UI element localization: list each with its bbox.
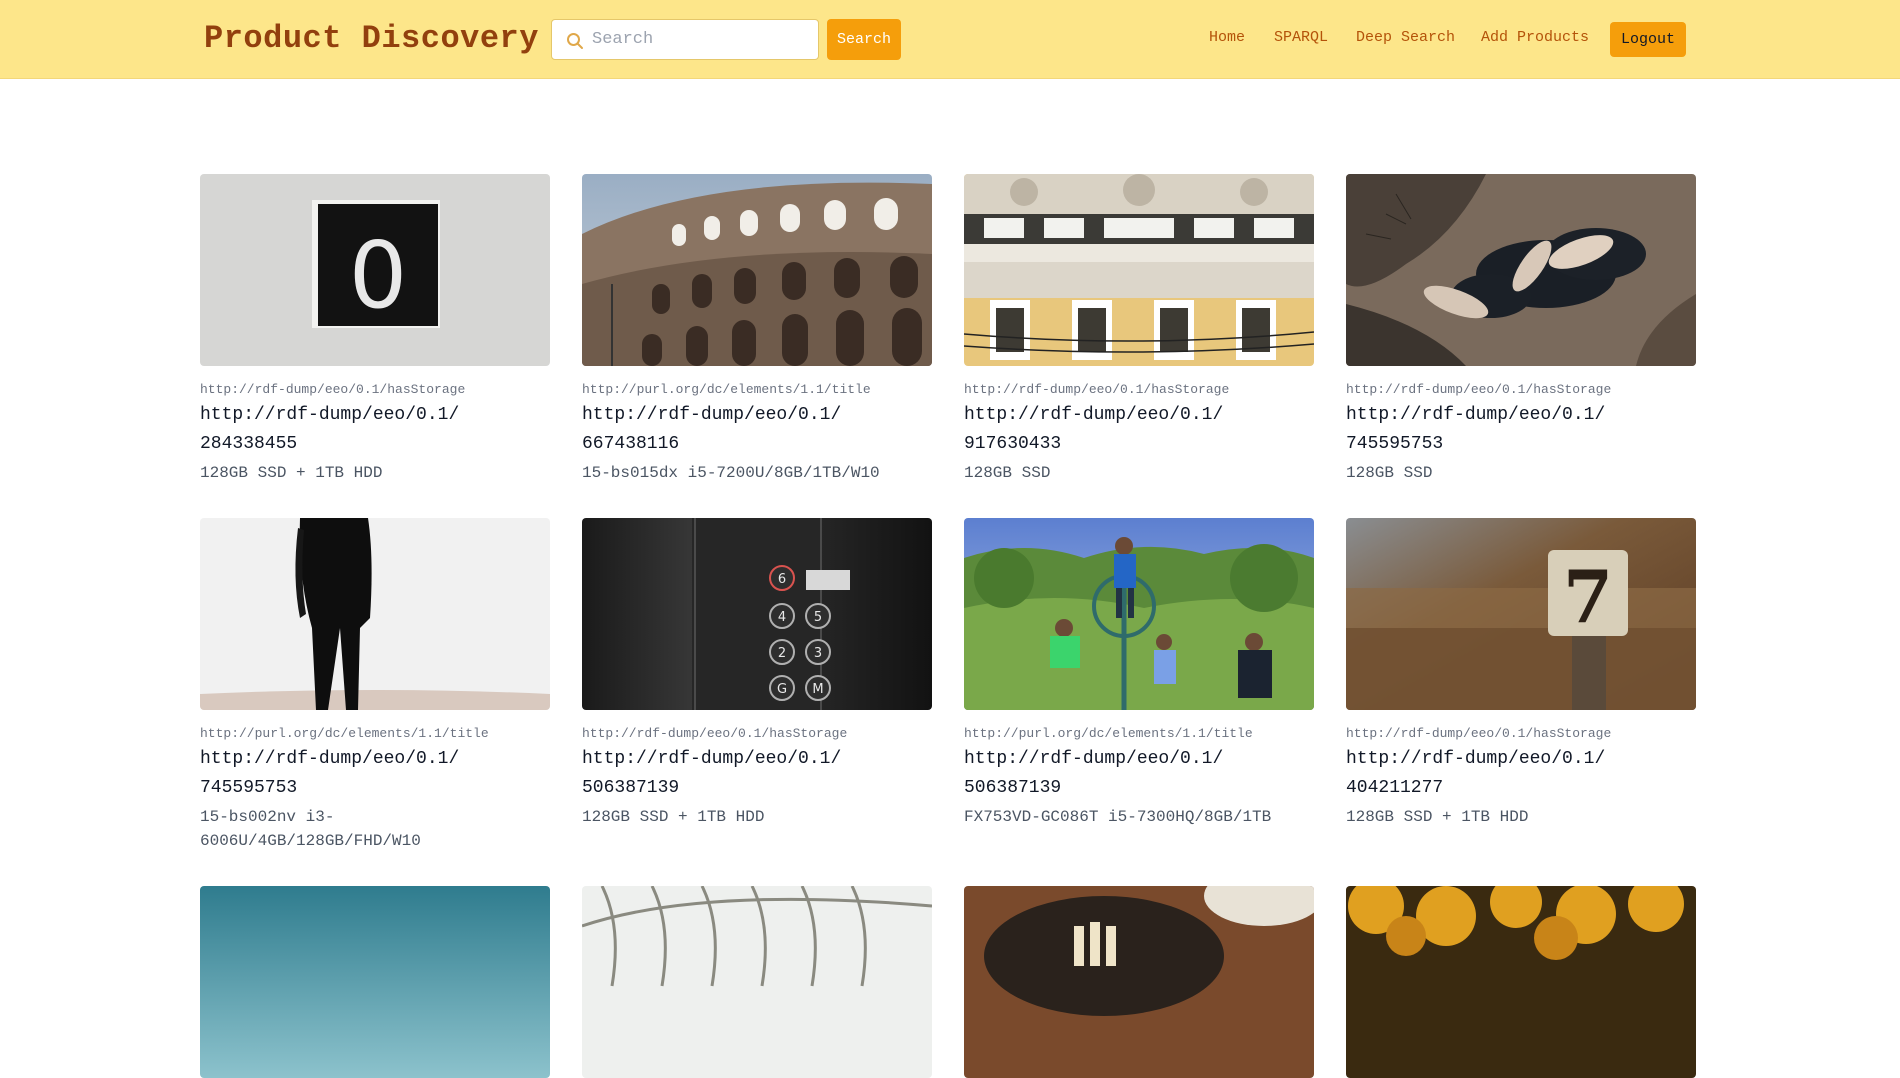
product-value: 15-bs015dx i5-7200U/8GB/1TB/W10 <box>582 464 880 482</box>
product-card[interactable]: 0 http://rdf-dump/eeo/0.1/hasStorage htt… <box>200 174 550 485</box>
product-subject-link[interactable]: http://rdf-dump/eeo/0.1/745595753 <box>1346 401 1606 459</box>
product-value: 128GB SSD <box>964 464 1051 482</box>
product-card[interactable]: http://purl.org/dc/elements/1.1/title ht… <box>200 518 550 853</box>
search-icon <box>566 32 584 50</box>
product-card[interactable]: http://rdf-dump/eeo/0.1/hasStorage http:… <box>1346 174 1696 485</box>
svg-text:2: 2 <box>778 646 786 661</box>
svg-text:0: 0 <box>349 222 408 329</box>
product-card[interactable] <box>200 886 550 1078</box>
product-subject-link[interactable]: http://rdf-dump/eeo/0.1/506387139 <box>964 745 1224 803</box>
product-value: FX753VD-GC086T i5-7300HQ/8GB/1TB <box>964 808 1272 826</box>
product-predicate: http://rdf-dump/eeo/0.1/hasStorage <box>582 726 848 741</box>
brand-title[interactable]: Product Discovery <box>204 20 539 57</box>
product-image-food-plate[interactable] <box>964 886 1314 1078</box>
product-image-building-facade[interactable] <box>964 174 1314 366</box>
product-subject-link[interactable]: http://rdf-dump/eeo/0.1/745595753 <box>200 745 460 803</box>
nav-sparql[interactable]: SPARQL <box>1274 29 1328 46</box>
product-predicate: http://rdf-dump/eeo/0.1/hasStorage <box>1346 726 1612 741</box>
product-subject-link[interactable]: http://rdf-dump/eeo/0.1/917630433 <box>964 401 1224 459</box>
nav-add-products[interactable]: Add Products <box>1481 29 1589 46</box>
svg-text:5: 5 <box>814 610 822 625</box>
product-card[interactable] <box>582 886 932 1078</box>
product-image-teal-sky[interactable] <box>200 886 550 1078</box>
nav-deep-search[interactable]: Deep Search <box>1356 29 1455 46</box>
product-card[interactable]: 6 4 5 2 3 G M http://rdf-dump/eeo/0.1/hasStora… <box>582 518 932 829</box>
product-card[interactable]: http://rdf-dump/eeo/0.1/hasStorage http:… <box>964 174 1314 485</box>
product-image-elevator-buttons[interactable]: 6 4 5 2 3 G M <box>582 518 932 710</box>
product-card[interactable]: 7 http://rdf-dump/eeo/0.1/hasStorage htt… <box>1346 518 1696 829</box>
product-image-number-seven[interactable]: 7 <box>1346 518 1696 710</box>
search-input[interactable] <box>592 20 812 59</box>
svg-text:3: 3 <box>814 646 822 661</box>
product-predicate: http://rdf-dump/eeo/0.1/hasStorage <box>200 382 466 397</box>
product-subject-link[interactable]: http://rdf-dump/eeo/0.1/506387139 <box>582 745 842 803</box>
svg-text:6: 6 <box>778 572 786 587</box>
product-value: 128GB SSD + 1TB HDD <box>1346 808 1529 826</box>
product-image-colosseum[interactable] <box>582 174 932 366</box>
product-value: 128GB SSD + 1TB HDD <box>582 808 765 826</box>
svg-text:7: 7 <box>1563 554 1613 639</box>
svg-text:4: 4 <box>778 610 786 625</box>
product-card[interactable] <box>964 886 1314 1078</box>
logout-button[interactable]: Logout <box>1610 22 1686 57</box>
product-predicate: http://rdf-dump/eeo/0.1/hasStorage <box>964 382 1230 397</box>
product-image-person-standing[interactable] <box>200 518 550 710</box>
search-field[interactable] <box>551 19 819 60</box>
product-image-children-playground[interactable] <box>964 518 1314 710</box>
product-predicate: http://purl.org/dc/elements/1.1/title <box>964 726 1253 741</box>
svg-text:G: G <box>777 682 787 697</box>
product-image-rhinos[interactable] <box>1346 174 1696 366</box>
product-subject-link[interactable]: http://rdf-dump/eeo/0.1/404211277 <box>1346 745 1606 803</box>
product-subject-link[interactable]: http://rdf-dump/eeo/0.1/284338455 <box>200 401 460 459</box>
top-navbar: Product Discovery Search Home SPARQL Dee… <box>0 0 1900 79</box>
product-value: 15-bs002nv i3-6006U/4GB/128GB/FHD/W10 <box>200 808 421 850</box>
product-predicate: http://rdf-dump/eeo/0.1/hasStorage <box>1346 382 1612 397</box>
product-image-pumpkins[interactable] <box>1346 886 1696 1078</box>
product-subject-link[interactable]: http://rdf-dump/eeo/0.1/667438116 <box>582 401 842 459</box>
product-card[interactable] <box>1346 886 1696 1078</box>
product-value: 128GB SSD + 1TB HDD <box>200 464 383 482</box>
product-predicate: http://purl.org/dc/elements/1.1/title <box>582 382 871 397</box>
product-card[interactable]: http://purl.org/dc/elements/1.1/title ht… <box>964 518 1314 829</box>
nav-home[interactable]: Home <box>1209 29 1245 46</box>
product-card[interactable]: http://purl.org/dc/elements/1.1/title ht… <box>582 174 932 485</box>
svg-text:M: M <box>812 682 823 697</box>
product-image-glass-roof[interactable] <box>582 886 932 1078</box>
product-value: 128GB SSD <box>1346 464 1433 482</box>
product-image-number-zero[interactable]: 0 <box>200 174 550 366</box>
search-button[interactable]: Search <box>827 19 901 60</box>
product-predicate: http://purl.org/dc/elements/1.1/title <box>200 726 489 741</box>
